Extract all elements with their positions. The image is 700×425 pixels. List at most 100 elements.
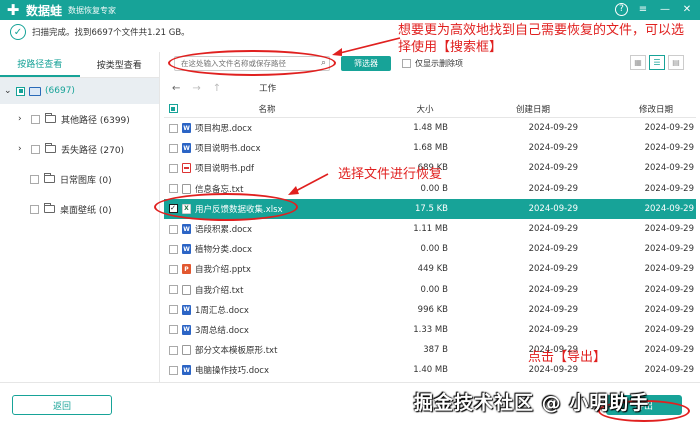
deleted-only-label: 仅显示删除项 xyxy=(415,59,463,68)
detail-view-icon[interactable]: ▤ xyxy=(668,55,684,70)
txt-file-icon xyxy=(182,345,191,356)
table-row[interactable]: W 3周总结.docx 1.33 MB 2024-09-29 2024-09-29 xyxy=(164,320,696,340)
file-name: 项目说明书.pdf xyxy=(195,164,254,175)
column-header-name[interactable]: 名称 xyxy=(182,103,352,115)
file-size: 387 B xyxy=(423,345,448,356)
file-size: 1.68 MB xyxy=(413,143,448,154)
help-icon[interactable]: ? xyxy=(615,2,628,16)
column-header-modified[interactable]: 修改日期 xyxy=(578,103,694,115)
row-checkbox[interactable] xyxy=(168,184,178,194)
tab-by-type[interactable]: 按类型查看 xyxy=(80,52,160,77)
tree-item-daily-gallery[interactable]: 日常图库 (0) xyxy=(0,164,159,194)
table-row[interactable]: W 项目说明书.docx 1.68 MB 2024-09-29 2024-09-29 xyxy=(164,138,696,158)
file-name: 项目构思.docx xyxy=(195,124,253,135)
menu-icon[interactable]: ≡ xyxy=(636,2,650,16)
file-size: 1.11 MB xyxy=(413,224,448,235)
breadcrumb[interactable]: 工作 xyxy=(259,82,276,94)
row-checkbox[interactable] xyxy=(168,123,178,133)
sidebar: 按路径查看 按类型查看 ⌄ (6697) › 其他路径 (6399) › 丢失路… xyxy=(0,52,160,382)
table-row[interactable]: W 植物分类.docx 0.00 B 2024-09-29 2024-09-29 xyxy=(164,239,696,259)
created-date: 2024-09-29 xyxy=(528,163,578,174)
docx-file-icon: W xyxy=(182,304,191,315)
modified-date: 2024-09-29 xyxy=(644,244,694,255)
folder-icon xyxy=(44,173,55,183)
row-checkbox[interactable] xyxy=(168,224,178,234)
checkbox-partial[interactable] xyxy=(16,86,25,96)
scan-status-text: 扫描完成。找到6697个文件共1.21 GB。 xyxy=(32,28,190,38)
docx-file-icon: W xyxy=(182,224,191,235)
table-row[interactable]: P 自我介绍.pptx 449 KB 2024-09-29 2024-09-29 xyxy=(164,259,696,279)
created-date: 2024-09-29 xyxy=(528,324,578,335)
checkbox[interactable] xyxy=(31,144,40,154)
row-checkbox[interactable] xyxy=(168,325,178,335)
checkbox[interactable] xyxy=(31,114,40,124)
row-checkbox[interactable] xyxy=(168,163,178,173)
back-button[interactable]: 返回 xyxy=(12,395,112,415)
chevron-right-icon[interactable]: › xyxy=(18,144,26,154)
forward-arrow-icon[interactable]: → xyxy=(192,83,200,94)
check-circle-icon: ✓ xyxy=(10,24,26,40)
annotation-select-oval xyxy=(154,193,298,221)
docx-file-icon: W xyxy=(182,324,191,335)
filter-button[interactable]: 筛选器 xyxy=(341,56,391,71)
grid-view-icon[interactable]: ▦ xyxy=(630,55,646,70)
row-checkbox[interactable] xyxy=(168,143,178,153)
file-name: 自我介绍.pptx xyxy=(195,265,251,276)
tree-root[interactable]: ⌄ (6697) xyxy=(0,78,159,104)
modified-date: 2024-09-29 xyxy=(644,183,694,194)
docx-file-icon: W xyxy=(182,123,191,134)
chevron-right-icon[interactable]: › xyxy=(18,114,26,124)
checkbox[interactable] xyxy=(30,204,39,214)
modified-date: 2024-09-29 xyxy=(644,123,694,134)
close-icon[interactable]: ✕ xyxy=(680,2,694,16)
pptx-file-icon: P xyxy=(182,264,191,275)
table-row[interactable]: 部分文本模板原形.txt 387 B 2024-09-29 2024-09-29 xyxy=(164,340,696,360)
table-row[interactable]: W 电脑操作技巧.docx 1.40 MB 2024-09-29 2024-09-29 xyxy=(164,360,696,380)
tree-item-label: 日常图库 (0) xyxy=(60,175,112,186)
created-date: 2024-09-29 xyxy=(528,123,578,134)
annotation-search-oval xyxy=(168,50,336,76)
list-view-icon[interactable]: ☰ xyxy=(649,55,665,70)
row-checkbox[interactable] xyxy=(168,244,178,254)
created-date: 2024-09-29 xyxy=(528,284,578,295)
checkbox[interactable] xyxy=(402,59,411,68)
modified-date: 2024-09-29 xyxy=(644,163,694,174)
tree-item-other-paths[interactable]: › 其他路径 (6399) xyxy=(0,104,159,134)
row-checkbox[interactable] xyxy=(168,285,178,295)
chevron-down-icon[interactable]: ⌄ xyxy=(4,86,12,96)
table-row[interactable]: W 语段积累.docx 1.11 MB 2024-09-29 2024-09-29 xyxy=(164,219,696,239)
table-row[interactable]: W 1周汇总.docx 996 KB 2024-09-29 2024-09-29 xyxy=(164,300,696,320)
watermark: 掘金技术社区 @ 小明助手 xyxy=(414,392,650,414)
row-checkbox[interactable] xyxy=(168,365,178,375)
tree-item-label: 其他路径 (6399) xyxy=(61,115,130,126)
tree-item-desktop-wallpaper[interactable]: 桌面壁纸 (0) xyxy=(0,194,159,224)
up-arrow-icon[interactable]: ↑ xyxy=(213,83,221,94)
pdf-file-icon xyxy=(182,163,191,174)
column-header-created[interactable]: 创建日期 xyxy=(448,103,578,115)
created-date: 2024-09-29 xyxy=(528,365,578,376)
modified-date: 2024-09-29 xyxy=(644,284,694,295)
scan-status: ✓ 扫描完成。找到6697个文件共1.21 GB。 xyxy=(10,24,190,40)
modified-date: 2024-09-29 xyxy=(644,224,694,235)
drive-icon xyxy=(29,86,41,96)
tree-item-lost-paths[interactable]: › 丢失路径 (270) xyxy=(0,134,159,164)
select-all-checkbox[interactable] xyxy=(168,104,178,113)
tab-by-path[interactable]: 按路径查看 xyxy=(0,52,80,77)
table-row[interactable]: W 项目构思.docx 1.48 MB 2024-09-29 2024-09-29 xyxy=(164,118,696,138)
column-header-size[interactable]: 大小 xyxy=(352,103,448,115)
file-name: 自我介绍.txt xyxy=(195,285,244,296)
row-checkbox[interactable] xyxy=(168,264,178,274)
checkbox[interactable] xyxy=(30,174,39,184)
created-date: 2024-09-29 xyxy=(528,203,578,214)
row-checkbox[interactable] xyxy=(168,305,178,315)
minimize-icon[interactable]: — xyxy=(658,2,672,16)
created-date: 2024-09-29 xyxy=(528,244,578,255)
deleted-only-toggle[interactable]: 仅显示删除项 xyxy=(402,58,463,69)
created-date: 2024-09-29 xyxy=(528,183,578,194)
docx-file-icon: W xyxy=(182,365,191,376)
row-checkbox[interactable] xyxy=(168,345,178,355)
table-row[interactable]: 自我介绍.txt 0.00 B 2024-09-29 2024-09-29 xyxy=(164,280,696,300)
back-arrow-icon[interactable]: ← xyxy=(172,83,180,94)
created-date: 2024-09-29 xyxy=(528,143,578,154)
sidebar-tabs: 按路径查看 按类型查看 xyxy=(0,52,159,78)
